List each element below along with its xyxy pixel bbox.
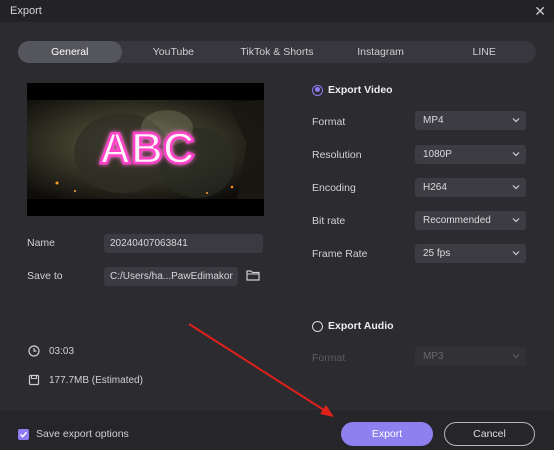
audio-format-value: MP3 <box>423 351 444 362</box>
export-audio-radio[interactable]: Export Audio <box>312 320 394 332</box>
encoding-label: Encoding <box>312 182 356 194</box>
resolution-value: 1080P <box>423 149 452 160</box>
frame-rate-label: Frame Rate <box>312 248 368 260</box>
format-value: MP4 <box>423 115 444 126</box>
radio-selected-icon <box>312 84 323 96</box>
encoding-select[interactable]: H264 <box>415 178 526 197</box>
tab-instagram[interactable]: Instagram <box>329 41 433 63</box>
platform-tabs: General YouTube TikTok & Shorts Instagra… <box>18 41 536 63</box>
encoding-value: H264 <box>423 182 447 193</box>
duration-row: 03:03 <box>28 345 74 357</box>
chevron-down-icon <box>512 118 520 123</box>
cancel-button[interactable]: Cancel <box>444 422 535 446</box>
duration-value: 03:03 <box>49 345 75 357</box>
resolution-label: Resolution <box>312 149 362 161</box>
tab-line[interactable]: LINE <box>432 41 536 63</box>
frame-rate-value: 25 fps <box>423 248 451 259</box>
clock-icon <box>28 345 40 357</box>
chevron-down-icon <box>512 354 520 359</box>
close-icon[interactable]: ✕ <box>534 4 546 18</box>
export-video-label: Export Video <box>328 84 393 96</box>
save-export-options-label: Save export options <box>36 428 129 440</box>
audio-format-select: MP3 <box>415 347 526 366</box>
checkmark-icon <box>18 428 29 440</box>
export-video-radio[interactable]: Export Video <box>312 84 393 96</box>
tab-general[interactable]: General <box>18 41 122 63</box>
file-name-input[interactable]: 20240407063841 <box>104 234 263 253</box>
frame-rate-select[interactable]: 25 fps <box>415 244 526 263</box>
save-path-input[interactable]: C:/Users/ha...PawEdimakor <box>104 267 238 286</box>
bit-rate-label: Bit rate <box>312 215 346 227</box>
bit-rate-select[interactable]: Recommended <box>415 211 526 230</box>
bit-rate-value: Recommended <box>423 215 491 226</box>
chevron-down-icon <box>512 152 520 157</box>
format-select[interactable]: MP4 <box>415 111 526 130</box>
format-label: Format <box>312 116 346 128</box>
save-to-label: Save to <box>27 270 63 282</box>
video-preview: ABC <box>27 83 264 216</box>
folder-icon[interactable] <box>246 269 260 281</box>
audio-format-label: Format <box>312 352 346 364</box>
title-bar: Export ✕ <box>0 0 554 22</box>
resolution-select[interactable]: 1080P <box>415 145 526 164</box>
chevron-down-icon <box>512 251 520 256</box>
chevron-down-icon <box>512 185 520 190</box>
export-audio-label: Export Audio <box>328 320 394 332</box>
name-label: Name <box>27 237 56 249</box>
window-title: Export <box>10 5 42 17</box>
save-export-options-checkbox[interactable]: Save export options <box>18 428 129 440</box>
chevron-down-icon <box>512 218 520 223</box>
size-row: 177.7MB (Estimated) <box>28 374 143 386</box>
export-button[interactable]: Export <box>341 422 433 446</box>
file-size-icon <box>28 374 40 386</box>
preview-overlay-text: ABC <box>99 124 194 173</box>
size-value: 177.7MB (Estimated) <box>49 374 143 386</box>
tab-tiktok-shorts[interactable]: TikTok & Shorts <box>225 41 329 63</box>
tab-youtube[interactable]: YouTube <box>122 41 226 63</box>
radio-unselected-icon <box>312 320 323 332</box>
